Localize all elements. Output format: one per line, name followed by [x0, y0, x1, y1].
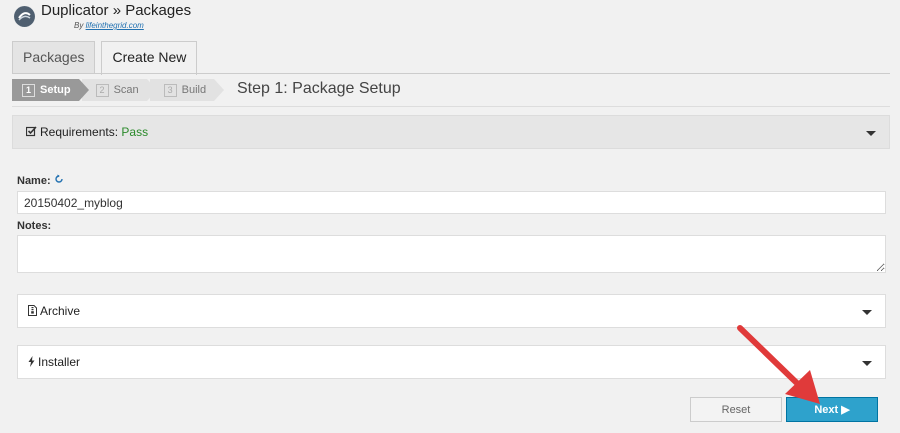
step-progress: 1 Setup 2 Scan 3 Build [12, 79, 225, 101]
duplicator-logo-icon [14, 6, 35, 27]
tab-packages[interactable]: Packages [12, 41, 96, 74]
step-number: 3 [163, 84, 177, 97]
requirements-status: Pass [121, 125, 149, 139]
tab-divider [12, 73, 890, 74]
chevron-down-icon[interactable] [862, 310, 872, 315]
tab-bar: Packages Create New [12, 41, 203, 75]
author-link[interactable]: lifeinthegrid.com [86, 21, 144, 30]
page-title: Duplicator » Packages [41, 2, 192, 19]
requirements-label: Requirements: [40, 125, 119, 139]
divider [12, 106, 890, 107]
step-setup: 1 Setup [12, 79, 89, 101]
notes-textarea[interactable] [17, 235, 886, 273]
name-label: Name: [17, 174, 64, 187]
chevron-down-icon[interactable] [862, 361, 872, 366]
installer-label: Installer [38, 355, 81, 369]
name-input[interactable] [17, 191, 886, 214]
notes-label: Notes: [17, 220, 52, 232]
step-title: Step 1: Package Setup [237, 80, 401, 97]
step-label: Scan [113, 84, 139, 96]
bolt-icon [28, 356, 35, 370]
byline: By lifeinthegrid.com [74, 21, 144, 30]
step-scan: 2 Scan [81, 79, 157, 101]
step-label: Setup [40, 84, 71, 96]
checkbox-icon [25, 126, 37, 140]
requirements-panel[interactable]: Requirements: Pass [12, 115, 890, 149]
tab-create-new[interactable]: Create New [101, 41, 198, 75]
refresh-icon[interactable] [54, 174, 64, 187]
byline-prefix: By [74, 21, 84, 30]
chevron-down-icon[interactable] [866, 131, 876, 136]
file-archive-icon [28, 305, 37, 319]
step-build: 3 Build [149, 79, 225, 101]
step-number: 1 [22, 84, 35, 97]
installer-header: Installer [28, 355, 80, 370]
name-label-text: Name: [17, 175, 51, 187]
archive-label: Archive [40, 304, 81, 318]
step-label: Build [181, 84, 207, 96]
step-number: 2 [95, 84, 109, 97]
requirements-header: Requirements: Pass [25, 125, 149, 140]
annotation-arrow [737, 325, 820, 404]
archive-header: Archive [28, 304, 80, 319]
